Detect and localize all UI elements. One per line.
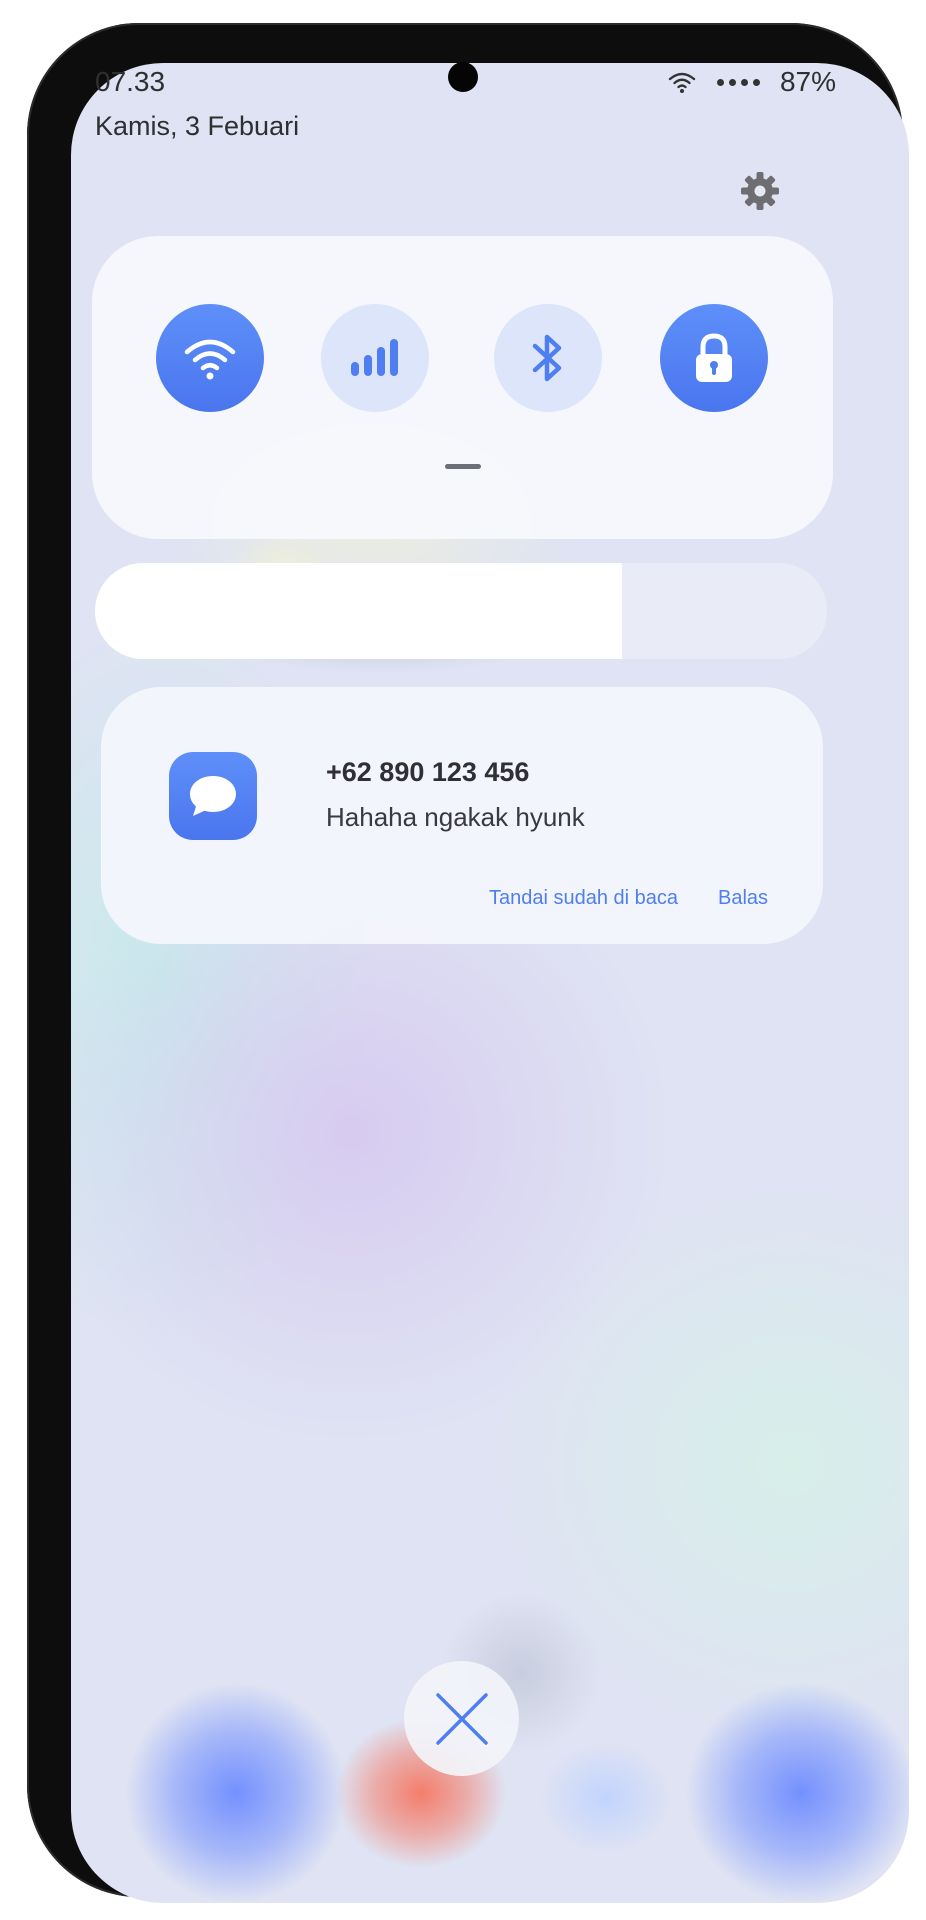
dock-app-blurred	[541, 1743, 671, 1853]
close-button[interactable]	[404, 1661, 519, 1776]
mobile-data-toggle[interactable]	[321, 304, 429, 412]
wifi-icon	[184, 339, 236, 380]
quick-settings-panel	[92, 236, 833, 539]
bluetooth-toggle[interactable]	[494, 304, 602, 412]
message-notification[interactable]: +62 890 123 456 Hahaha ngakak hyunk Tand…	[101, 687, 823, 944]
brightness-slider[interactable]	[95, 563, 827, 659]
notification-body: Hahaha ngakak hyunk	[326, 802, 585, 832]
notification-title: +62 890 123 456	[326, 757, 530, 787]
lock-icon	[696, 333, 732, 382]
dock-app-blurred	[686, 1683, 909, 1903]
wifi-icon	[668, 72, 696, 93]
signal-dots-icon	[716, 78, 760, 86]
reply-button[interactable]: Balas	[718, 887, 768, 910]
bluetooth-icon	[532, 334, 562, 382]
front-camera	[448, 62, 478, 92]
gear-icon[interactable]	[739, 170, 781, 212]
panel-expand-handle[interactable]	[445, 464, 481, 469]
mark-as-read-button[interactable]: Tandai sudah di baca	[489, 887, 678, 910]
brightness-fill	[95, 563, 623, 659]
close-icon	[435, 1692, 488, 1745]
status-date: Kamis, 3 Febuari	[95, 111, 300, 141]
battery-level: 87%	[779, 66, 836, 97]
wifi-toggle[interactable]	[156, 304, 264, 412]
mobile-data-icon	[351, 339, 398, 376]
message-icon	[169, 752, 257, 840]
status-time: 07.33	[95, 66, 166, 97]
status-icons: 87%	[667, 66, 836, 98]
dock-app-blurred	[126, 1683, 346, 1903]
screen-lock-toggle[interactable]	[660, 304, 768, 412]
